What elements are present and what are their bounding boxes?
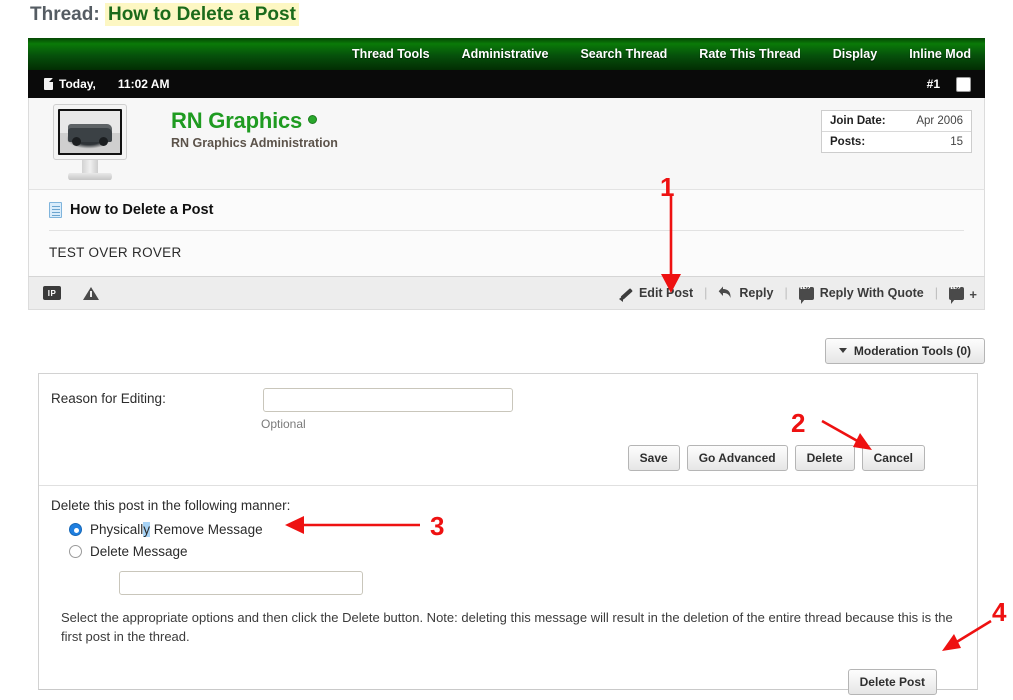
cancel-button[interactable]: Cancel bbox=[862, 445, 925, 471]
warning-triangle-icon[interactable] bbox=[83, 287, 99, 300]
moderation-tools-label: Moderation Tools (0) bbox=[854, 344, 971, 358]
reply-arrow-icon bbox=[718, 286, 733, 300]
post-message-text: TEST OVER ROVER bbox=[49, 245, 964, 260]
radio-physically-remove-indicator bbox=[69, 523, 82, 536]
avatar[interactable] bbox=[53, 104, 127, 184]
nav-search-thread[interactable]: Search Thread bbox=[580, 47, 667, 61]
annotation-number-3: 3 bbox=[430, 511, 444, 542]
label-part-1: Physicall bbox=[90, 522, 143, 537]
monitor-stand-neck bbox=[82, 160, 98, 174]
post-action-bar: IP Edit Post | Reply | Reply With Quote bbox=[28, 276, 985, 310]
delete-button[interactable]: Delete bbox=[795, 445, 855, 471]
edit-post-link[interactable]: Edit Post bbox=[619, 286, 693, 300]
moderation-tools-row: Moderation Tools (0) bbox=[28, 338, 985, 364]
user-info-table: Join Date: Apr 2006 Posts: 15 bbox=[821, 110, 972, 153]
optional-hint: Optional bbox=[261, 417, 977, 431]
label-part-2: Remove Message bbox=[150, 522, 263, 537]
reason-for-editing-row: Reason for Editing: bbox=[39, 374, 977, 412]
posts-value: 15 bbox=[950, 136, 963, 148]
user-info-row-posts: Posts: 15 bbox=[822, 131, 971, 152]
moderation-tools-button[interactable]: Moderation Tools (0) bbox=[825, 338, 985, 364]
nav-display[interactable]: Display bbox=[833, 47, 877, 61]
pencil-icon bbox=[619, 286, 633, 300]
physically-remove-radio[interactable]: Physically Remove Message bbox=[69, 522, 977, 537]
annotation-number-4: 4 bbox=[992, 597, 1006, 628]
page-title-thread-name: How to Delete a Post bbox=[105, 3, 299, 26]
multi-quote-plus-icon bbox=[949, 287, 964, 300]
edit-form-button-row: Save Go Advanced Delete Cancel bbox=[39, 431, 977, 485]
online-indicator-icon bbox=[308, 115, 317, 124]
delete-post-button[interactable]: Delete Post bbox=[848, 669, 937, 695]
join-date-value: Apr 2006 bbox=[916, 115, 963, 127]
avatar-monitor-icon bbox=[53, 104, 127, 160]
annotation-number-2: 2 bbox=[791, 408, 805, 439]
ip-badge-button[interactable]: IP bbox=[43, 286, 61, 300]
join-date-label: Join Date: bbox=[830, 115, 886, 127]
post-user-row: RN Graphics RN Graphics Administration J… bbox=[28, 98, 985, 189]
quote-bubble-icon bbox=[799, 287, 814, 300]
user-info-row-join-date: Join Date: Apr 2006 bbox=[822, 111, 971, 131]
thread-panel: Thread Tools Administrative Search Threa… bbox=[28, 38, 985, 310]
action-separator: | bbox=[784, 286, 787, 300]
radio-delete-message-indicator bbox=[69, 545, 82, 558]
post-document-icon bbox=[49, 202, 62, 218]
reply-with-quote-link[interactable]: Reply With Quote bbox=[799, 286, 924, 300]
action-separator: | bbox=[704, 286, 707, 300]
delete-message-label: Delete Message bbox=[90, 544, 188, 559]
delete-message-radio[interactable]: Delete Message bbox=[69, 544, 977, 559]
delete-prompt-label: Delete this post in the following manner… bbox=[51, 498, 977, 513]
edit-post-label: Edit Post bbox=[639, 286, 693, 300]
posts-label: Posts: bbox=[830, 136, 865, 148]
username-link[interactable]: RN Graphics bbox=[171, 108, 317, 134]
edit-post-panel: Reason for Editing: Optional Save Go Adv… bbox=[38, 373, 978, 690]
avatar-screen bbox=[58, 109, 122, 155]
thread-navbar: Thread Tools Administrative Search Threa… bbox=[28, 38, 985, 70]
delete-reason-input[interactable] bbox=[119, 571, 363, 595]
plus-glyph: + bbox=[969, 287, 977, 302]
action-separator: | bbox=[935, 286, 938, 300]
page-title-label: Thread: bbox=[30, 4, 100, 25]
delete-note-text: Select the appropriate options and then … bbox=[61, 609, 965, 647]
page-title: Thread: How to Delete a Post bbox=[30, 4, 299, 26]
delete-options-section: Delete this post in the following manner… bbox=[39, 486, 977, 695]
reason-for-editing-label: Reason for Editing: bbox=[51, 388, 263, 406]
document-icon bbox=[44, 78, 53, 90]
reply-label: Reply bbox=[739, 286, 773, 300]
physically-remove-label: Physically Remove Message bbox=[90, 522, 263, 537]
reply-with-quote-label: Reply With Quote bbox=[820, 286, 924, 300]
caret-down-icon bbox=[839, 348, 847, 353]
post-select-checkbox[interactable] bbox=[956, 77, 971, 92]
post-date: Today, bbox=[59, 77, 96, 91]
annotation-number-1: 1 bbox=[660, 172, 674, 203]
nav-thread-tools[interactable]: Thread Tools bbox=[352, 47, 430, 61]
screenshot-root: Thread: How to Delete a Post Thread Tool… bbox=[0, 0, 1013, 700]
post-title-text: How to Delete a Post bbox=[70, 202, 213, 218]
save-button[interactable]: Save bbox=[628, 445, 680, 471]
nav-administrative[interactable]: Administrative bbox=[462, 47, 549, 61]
vehicle-shape bbox=[68, 124, 112, 142]
reason-for-editing-input[interactable] bbox=[263, 388, 513, 412]
post-meta-bar: Today, 11:02 AM #1 bbox=[28, 70, 985, 98]
go-advanced-button[interactable]: Go Advanced bbox=[687, 445, 788, 471]
post-time: 11:02 AM bbox=[118, 77, 170, 91]
post-body: How to Delete a Post TEST OVER ROVER bbox=[28, 189, 985, 276]
nav-rate-this-thread[interactable]: Rate This Thread bbox=[699, 47, 800, 61]
reply-link[interactable]: Reply bbox=[718, 286, 773, 300]
multi-quote-button[interactable]: + bbox=[949, 287, 970, 300]
nav-inline-mod[interactable]: Inline Mod bbox=[909, 47, 971, 61]
post-number[interactable]: #1 bbox=[927, 77, 940, 91]
post-title: How to Delete a Post bbox=[49, 202, 964, 231]
delete-post-row: Delete Post bbox=[51, 647, 977, 695]
user-title: RN Graphics Administration bbox=[171, 136, 338, 150]
avatar-photo-vehicle bbox=[60, 111, 120, 153]
monitor-stand-foot bbox=[68, 173, 112, 180]
username-text: RN Graphics bbox=[171, 108, 302, 133]
